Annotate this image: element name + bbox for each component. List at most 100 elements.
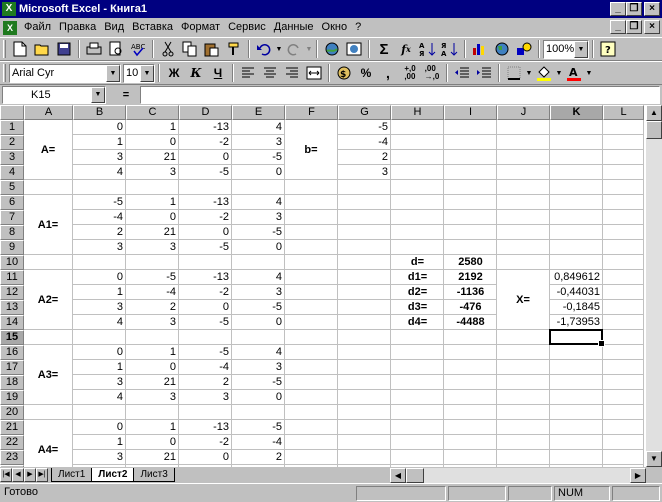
row-header[interactable]: 7 bbox=[0, 210, 24, 225]
matrix-cell[interactable]: 3 bbox=[73, 450, 126, 465]
web-toolbar-icon[interactable] bbox=[343, 39, 365, 60]
decrease-indent-icon[interactable] bbox=[451, 63, 473, 84]
row-header[interactable]: 9 bbox=[0, 240, 24, 255]
borders-dropdown-icon[interactable]: ▼ bbox=[525, 63, 533, 84]
percent-icon[interactable]: % bbox=[355, 63, 377, 84]
row-header[interactable]: 17 bbox=[0, 360, 24, 375]
matrix-cell[interactable]: 0 bbox=[179, 450, 232, 465]
matrix-cell[interactable]: 3 bbox=[179, 390, 232, 405]
name-box[interactable]: K15 ▼ bbox=[2, 86, 106, 104]
print-icon[interactable] bbox=[83, 39, 105, 60]
matrix-cell[interactable]: -5 bbox=[73, 195, 126, 210]
matrix-cell[interactable]: 4 bbox=[232, 120, 285, 135]
autosum-icon[interactable]: Σ bbox=[373, 39, 395, 60]
matrix-cell[interactable]: 3 bbox=[232, 360, 285, 375]
matrix-cell[interactable]: 4 bbox=[73, 315, 126, 330]
matrix-cell[interactable]: 0 bbox=[126, 360, 179, 375]
column-header[interactable]: I bbox=[444, 105, 497, 120]
matrix-cell[interactable]: -4 bbox=[179, 360, 232, 375]
row-header[interactable]: 19 bbox=[0, 390, 24, 405]
vector-cell[interactable]: 3 bbox=[338, 165, 391, 180]
scroll-right-icon[interactable]: ▶ bbox=[630, 468, 646, 483]
matrix-cell[interactable]: 0 bbox=[179, 150, 232, 165]
chevron-down-icon[interactable]: ▼ bbox=[140, 64, 154, 82]
matrix-cell[interactable]: 1 bbox=[73, 285, 126, 300]
matrix-cell[interactable]: 3 bbox=[73, 300, 126, 315]
vertical-scrollbar[interactable]: ▲ ▼ bbox=[646, 105, 662, 467]
prev-sheet-icon[interactable]: ◀ bbox=[12, 468, 24, 482]
vector-cell[interactable]: 2 bbox=[338, 150, 391, 165]
close-button[interactable]: × bbox=[644, 2, 660, 16]
label-A1[interactable]: A1= bbox=[24, 195, 72, 254]
excel-app-icon[interactable]: X bbox=[2, 2, 16, 16]
matrix-cell[interactable]: 0 bbox=[73, 420, 126, 435]
formula-input[interactable] bbox=[140, 86, 660, 104]
matrix-cell[interactable]: -2 bbox=[179, 135, 232, 150]
row-header[interactable]: 6 bbox=[0, 195, 24, 210]
matrix-cell[interactable]: -2 bbox=[179, 210, 232, 225]
tab-sheet1[interactable]: Лист1 bbox=[51, 468, 93, 482]
matrix-cell[interactable]: 3 bbox=[126, 390, 179, 405]
menu-format[interactable]: Формат bbox=[177, 19, 224, 36]
tab-sheet2[interactable]: Лист2 bbox=[91, 468, 135, 482]
matrix-cell[interactable]: 21 bbox=[126, 225, 179, 240]
undo-icon[interactable] bbox=[253, 39, 275, 60]
matrix-cell[interactable]: 3 bbox=[73, 240, 126, 255]
comma-style-icon[interactable]: , bbox=[377, 63, 399, 84]
label-A3[interactable]: A3= bbox=[24, 345, 72, 404]
column-header[interactable]: E bbox=[232, 105, 285, 120]
matrix-cell[interactable]: -5 bbox=[232, 300, 285, 315]
column-header[interactable]: A bbox=[24, 105, 73, 120]
new-icon[interactable] bbox=[9, 39, 31, 60]
vector-cell[interactable]: -5 bbox=[338, 120, 391, 135]
matrix-cell[interactable]: 0 bbox=[232, 165, 285, 180]
column-header[interactable]: G bbox=[338, 105, 391, 120]
matrix-cell[interactable]: 3 bbox=[73, 375, 126, 390]
first-sheet-icon[interactable]: |◀ bbox=[0, 468, 12, 482]
matrix-cell[interactable]: -13 bbox=[179, 270, 232, 285]
format-painter-icon[interactable] bbox=[223, 39, 245, 60]
matrix-cell[interactable]: 0 bbox=[73, 270, 126, 285]
matrix-cell[interactable]: 0 bbox=[179, 225, 232, 240]
label-A2[interactable]: A2= bbox=[24, 270, 72, 329]
row-header[interactable]: 12 bbox=[0, 285, 24, 300]
open-icon[interactable] bbox=[31, 39, 53, 60]
active-cell-K15[interactable] bbox=[549, 329, 605, 347]
copy-icon[interactable] bbox=[179, 39, 201, 60]
menu-file[interactable]: Файл bbox=[20, 19, 55, 36]
decrease-decimal-icon[interactable]: ,00 →,0 bbox=[421, 63, 443, 84]
row-header[interactable]: 4 bbox=[0, 165, 24, 180]
drawing-icon[interactable] bbox=[513, 39, 535, 60]
menu-view[interactable]: Вид bbox=[100, 19, 128, 36]
matrix-cell[interactable]: 2 bbox=[232, 450, 285, 465]
determinant-value[interactable]: 2580 bbox=[444, 255, 497, 270]
matrix-cell[interactable]: -5 bbox=[179, 240, 232, 255]
determinant-label[interactable]: d3= bbox=[391, 300, 444, 315]
determinant-value[interactable]: 2192 bbox=[444, 270, 497, 285]
determinant-label[interactable]: d1= bbox=[391, 270, 444, 285]
matrix-cell[interactable]: 3 bbox=[73, 150, 126, 165]
solution-cell[interactable]: -0,1845 bbox=[550, 300, 603, 315]
matrix-cell[interactable]: -5 bbox=[232, 375, 285, 390]
matrix-cell[interactable]: 4 bbox=[73, 165, 126, 180]
row-header[interactable]: 13 bbox=[0, 300, 24, 315]
redo-dropdown-icon[interactable]: ▼ bbox=[305, 39, 313, 60]
matrix-cell[interactable]: 2 bbox=[179, 375, 232, 390]
matrix-cell[interactable]: 21 bbox=[126, 375, 179, 390]
align-right-icon[interactable] bbox=[281, 63, 303, 84]
spelling-icon[interactable]: ABC bbox=[127, 39, 149, 60]
insert-hyperlink-icon[interactable] bbox=[321, 39, 343, 60]
menu-tools[interactable]: Сервис bbox=[224, 19, 270, 36]
row-header[interactable]: 14 bbox=[0, 315, 24, 330]
chevron-down-icon[interactable]: ▼ bbox=[91, 87, 105, 103]
hscroll-thumb[interactable] bbox=[406, 468, 424, 483]
scroll-thumb[interactable] bbox=[646, 121, 662, 139]
chevron-down-icon[interactable]: ▼ bbox=[106, 64, 120, 82]
determinant-value[interactable]: -476 bbox=[444, 300, 497, 315]
office-assistant-icon[interactable]: ? bbox=[597, 39, 619, 60]
paste-icon[interactable] bbox=[201, 39, 223, 60]
column-header[interactable]: C bbox=[126, 105, 179, 120]
next-sheet-icon[interactable]: ▶ bbox=[24, 468, 36, 482]
matrix-cell[interactable]: -4 bbox=[73, 210, 126, 225]
determinant-label[interactable]: d4= bbox=[391, 315, 444, 330]
